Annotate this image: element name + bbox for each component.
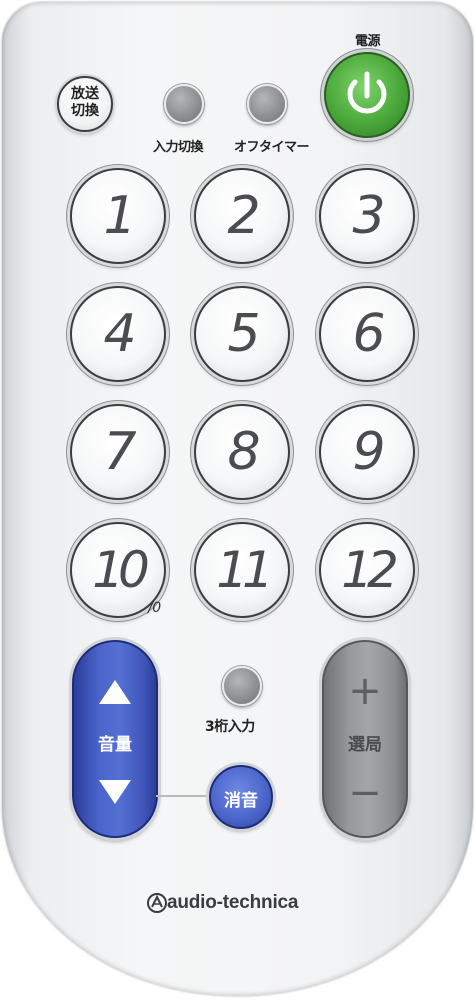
number-key-6[interactable]: 6 (319, 286, 415, 382)
volume-up-button[interactable] (99, 680, 131, 704)
channel-down-button[interactable]: − (324, 770, 406, 816)
power-label: 電源 (355, 34, 381, 49)
brand-name: audio-technica (167, 892, 299, 913)
number-key-8-label: 8 (227, 422, 260, 482)
power-button[interactable] (324, 52, 410, 138)
number-key-1[interactable]: 1 (70, 168, 166, 264)
audio-technica-logo-icon (147, 893, 167, 913)
channel-rocker: + 選局 − (322, 640, 408, 838)
mute-label: 消音 (224, 791, 258, 811)
number-key-12[interactable]: 12 (319, 522, 415, 618)
off-timer-button[interactable] (247, 84, 287, 124)
off-timer-label: オフタイマー (234, 140, 310, 155)
number-key-5-label: 5 (227, 304, 260, 364)
number-key-12-label: 12 (341, 541, 399, 599)
number-key-1-label: 1 (103, 186, 136, 246)
input-switch-label: 入力切換 (153, 140, 204, 155)
number-key-3[interactable]: 3 (319, 168, 415, 264)
number-key-4[interactable]: 4 (70, 286, 166, 382)
volume-mute-connector-line (156, 795, 212, 797)
number-key-2-label: 2 (227, 186, 260, 246)
number-key-7-label: 7 (103, 422, 136, 482)
power-icon (347, 71, 387, 114)
channel-label: 選局 (348, 735, 382, 755)
number-key-2[interactable]: 2 (194, 168, 290, 264)
remote-control-body: 電源 放送切換 入力切換 オフタイマー 1 2 3 4 5 6 7 8 9 10… (2, 2, 473, 996)
number-key-10-label: 10 (92, 541, 150, 599)
number-key-3-label: 3 (352, 186, 385, 246)
input-switch-button[interactable] (164, 84, 204, 124)
number-key-9[interactable]: 9 (319, 404, 415, 500)
volume-rocker: 音量 (72, 640, 158, 838)
number-key-5[interactable]: 5 (194, 286, 290, 382)
number-key-11-label: 11 (216, 541, 274, 599)
broadcast-switch-label: 放送切換 (71, 86, 99, 119)
volume-label: 音量 (98, 735, 132, 755)
number-key-8[interactable]: 8 (194, 404, 290, 500)
number-key-7[interactable]: 7 (70, 404, 166, 500)
zero-sub-label: /0 (148, 600, 161, 616)
number-key-4-label: 4 (103, 304, 136, 364)
number-key-9-label: 9 (352, 422, 385, 482)
number-key-6-label: 6 (352, 304, 385, 364)
broadcast-switch-button[interactable]: 放送切換 (57, 76, 113, 132)
three-digit-input-label: 3桁入力 (205, 719, 255, 735)
channel-up-button[interactable]: + (324, 668, 406, 714)
volume-down-button[interactable] (99, 780, 131, 804)
three-digit-input-button[interactable] (222, 666, 262, 706)
number-key-11[interactable]: 11 (194, 522, 290, 618)
mute-button[interactable]: 消音 (209, 765, 273, 829)
